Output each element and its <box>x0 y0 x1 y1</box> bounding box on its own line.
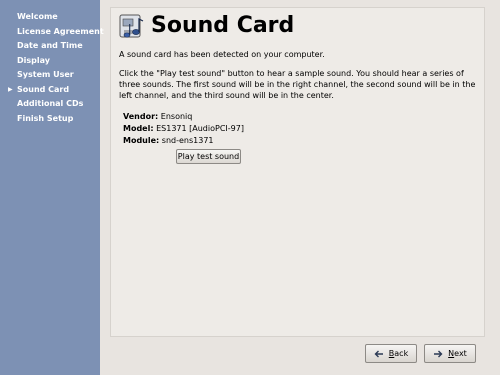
vendor-label: Vendor: <box>123 112 159 121</box>
sidebar-item-finish-setup: Finish Setup <box>0 112 100 127</box>
sidebar-item-label: License Agreement <box>17 26 104 36</box>
vendor-row: Vendor: Ensoniq <box>123 111 244 123</box>
sidebar-item-label: Welcome <box>17 12 58 21</box>
back-button-label: Back <box>388 349 409 358</box>
sidebar-item-date-and-time: Date and Time <box>0 39 100 54</box>
model-row: Model: ES1371 [AudioPCI-97] <box>123 123 244 135</box>
detection-message: A sound card has been detected on your c… <box>119 50 325 59</box>
sidebar-item-system-user: System User <box>0 68 100 83</box>
sidebar-item-label: Date and Time <box>17 41 83 50</box>
module-value: snd-ens1371 <box>161 136 214 145</box>
sidebar-item-label: Finish Setup <box>17 113 74 123</box>
vendor-value: Ensoniq <box>160 112 193 121</box>
instructions-text: Click the "Play test sound" button to he… <box>119 69 476 100</box>
sidebar-item-label: Display <box>17 55 50 65</box>
sidebar-item-display: Display <box>0 54 100 69</box>
play-test-sound-button[interactable]: Play test sound <box>176 149 241 164</box>
sound-card-icon <box>119 14 144 38</box>
back-button[interactable]: Back <box>365 344 417 363</box>
sidebar-item-welcome: Welcome <box>0 10 100 25</box>
sidebar-item-sound-card: ▶ Sound Card <box>0 83 100 98</box>
next-arrow-icon <box>434 350 443 357</box>
module-row: Module: snd-ens1371 <box>123 135 244 147</box>
sidebar-item-label: Additional CDs <box>17 99 84 108</box>
page-title: Sound Card <box>151 13 295 38</box>
content-panel: Sound Card A sound card has been detecte… <box>110 7 485 337</box>
sidebar-item-label: Sound Card <box>17 84 70 94</box>
back-arrow-icon <box>374 350 383 357</box>
model-label: Model: <box>123 124 154 133</box>
sidebar-steps: Welcome License Agreement Date and Time … <box>0 0 104 127</box>
sidebar-item-additional-cds: Additional CDs <box>0 97 100 112</box>
next-button-label: Next <box>448 349 467 358</box>
model-value: ES1371 [AudioPCI-97] <box>156 124 244 133</box>
module-label: Module: <box>123 136 160 145</box>
sound-card-details: Vendor: Ensoniq Model: ES1371 [AudioPCI-… <box>123 111 244 147</box>
current-step-arrow-icon: ▶ <box>8 85 13 93</box>
sidebar-item-license-agreement: License Agreement <box>0 25 104 40</box>
sidebar-item-label: System User <box>17 70 74 79</box>
sidebar: Welcome License Agreement Date and Time … <box>0 0 104 375</box>
next-button[interactable]: Next <box>424 344 476 363</box>
